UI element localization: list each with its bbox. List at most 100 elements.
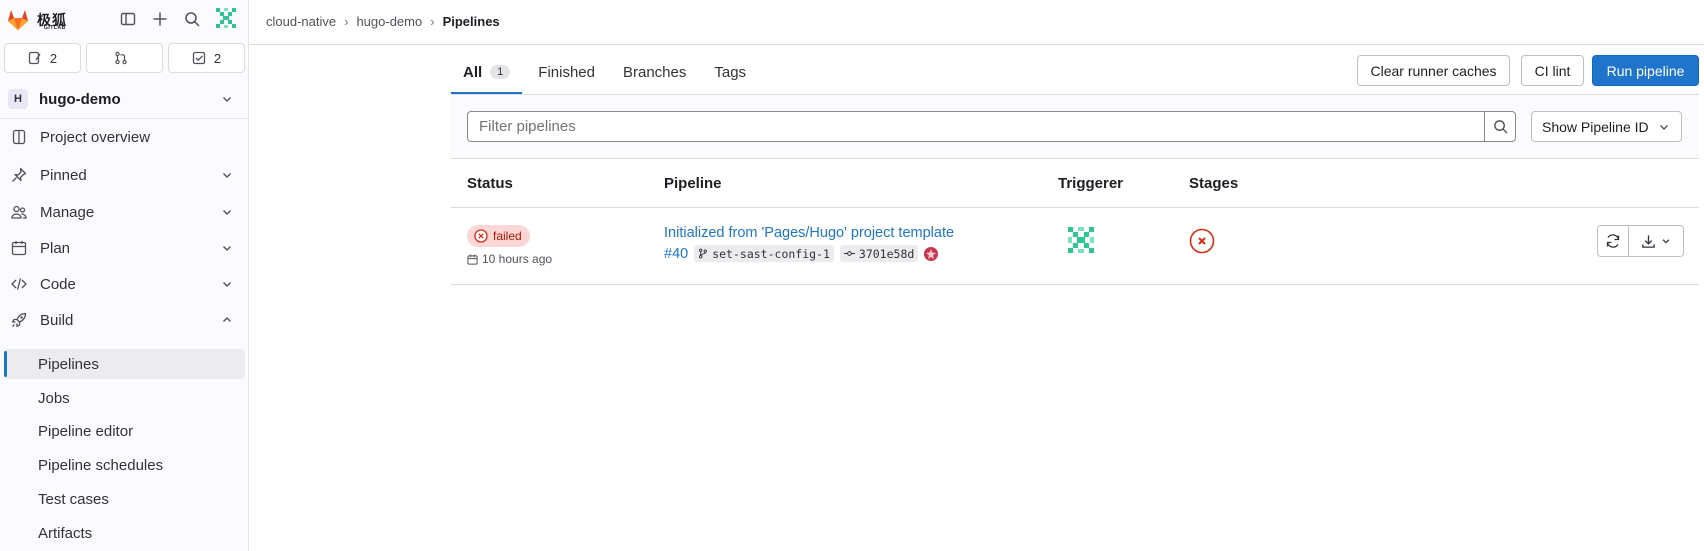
pipeline-title-link[interactable]: Initialized from 'Pages/Hugo' project te…	[664, 225, 954, 241]
sidebar-subitem-pipeline-schedules[interactable]: Pipeline schedules	[4, 450, 245, 480]
sidebar-item-code[interactable]: Code	[4, 268, 245, 300]
sidebar-subitem-pipelines[interactable]: Pipelines	[4, 349, 245, 379]
project-name: hugo-demo	[39, 90, 121, 108]
breadcrumb-item-group[interactable]: cloud-native	[266, 14, 336, 29]
show-pipeline-id-dropdown[interactable]: Show Pipeline ID	[1531, 111, 1682, 142]
issues-count: 2	[49, 50, 58, 66]
rocket-icon	[11, 312, 27, 328]
sidebar-item-pinned[interactable]: Pinned	[4, 159, 245, 191]
sidebar-subitem-label: Jobs	[38, 389, 70, 407]
filter-pipelines-input[interactable]	[467, 111, 1485, 142]
users-icon	[11, 205, 27, 219]
pipeline-meta: #40 set-sast-config-1 3701e58d	[664, 245, 939, 262]
project-icon	[12, 129, 26, 145]
ci-lint-button[interactable]: CI lint	[1521, 55, 1584, 86]
tab-label: Tags	[714, 63, 747, 81]
merge-requests-count-button[interactable]	[86, 43, 163, 73]
sidebar: 极狐 GITLAB 2 2 H hugo-demo Project overvi…	[0, 0, 249, 551]
dropdown-label: Show Pipeline ID	[1542, 118, 1649, 135]
brand-sub: GITLAB	[44, 25, 66, 31]
pin-icon	[12, 167, 27, 182]
breadcrumb-item-project[interactable]: hugo-demo	[356, 14, 422, 29]
status-label: failed	[493, 229, 522, 243]
row-actions	[1597, 225, 1684, 257]
sidebar-item-label: Code	[40, 275, 76, 293]
sidebar-subitem-label: Artifacts	[38, 524, 93, 542]
tab-label: Finished	[538, 63, 595, 81]
filter-bar: Show Pipeline ID	[451, 95, 1699, 159]
retry-icon	[1606, 234, 1620, 248]
triggerer-avatar-icon[interactable]	[1065, 224, 1097, 256]
search-icon[interactable]	[182, 9, 202, 29]
issues-icon	[28, 51, 41, 65]
tab-tags[interactable]: Tags	[702, 50, 758, 94]
sidebar-item-label: Project overview	[40, 128, 151, 146]
tab-count-badge: 1	[490, 65, 511, 79]
commit-chip[interactable]: 3701e58d	[839, 245, 919, 262]
download-icon	[1642, 234, 1655, 248]
sidebar-item-label: Plan	[40, 239, 71, 257]
tab-branches[interactable]: Branches	[611, 50, 698, 94]
time-ago: 10 hours ago	[482, 252, 553, 266]
sidebar-subitem-label: Pipelines	[38, 355, 99, 373]
chevron-down-icon	[223, 282, 231, 287]
run-pipeline-button[interactable]: Run pipeline	[1592, 55, 1699, 86]
chevron-down-icon	[1659, 124, 1668, 130]
column-header-status: Status	[467, 175, 513, 192]
chevron-down-icon	[223, 173, 231, 178]
sidebar-item-build[interactable]: Build	[4, 304, 245, 336]
chevron-down-icon	[223, 246, 231, 251]
sidebar-subitem-label: Pipeline editor	[38, 422, 134, 440]
sidebar-divider	[0, 118, 249, 119]
commit-sha: 3701e58d	[858, 246, 915, 261]
commit-author-avatar-icon[interactable]	[924, 246, 939, 261]
commit-icon	[843, 251, 855, 256]
table-header: Status Pipeline Triggerer Stages	[451, 160, 1699, 208]
tab-label: All	[463, 63, 483, 81]
sidebar-item-manage[interactable]: Manage	[4, 196, 245, 228]
branch-name: set-sast-config-1	[712, 246, 830, 261]
column-header-stages: Stages	[1189, 175, 1239, 192]
sidebar-subitem-jobs[interactable]: Jobs	[4, 383, 245, 413]
pipeline-time: 10 hours ago	[467, 252, 552, 266]
user-avatar-icon[interactable]	[214, 6, 238, 30]
column-header-pipeline: Pipeline	[664, 175, 722, 192]
todos-count: 2	[213, 50, 222, 66]
filter-search-button[interactable]	[1484, 111, 1516, 142]
sidebar-item-plan[interactable]: Plan	[4, 232, 245, 264]
chevron-right-icon: ›	[344, 14, 349, 29]
retry-button[interactable]	[1597, 225, 1629, 257]
sidebar-item-project-overview[interactable]: Project overview	[4, 121, 245, 153]
sidebar-item-label: Build	[40, 311, 74, 329]
calendar-icon	[467, 253, 478, 265]
sidebar-header: 极狐 GITLAB	[0, 0, 249, 38]
sidebar-subitem-pipeline-editor[interactable]: Pipeline editor	[4, 416, 245, 446]
column-header-triggerer: Triggerer	[1058, 175, 1124, 192]
tab-all[interactable]: All 1	[451, 50, 523, 94]
download-artifacts-dropdown[interactable]	[1629, 225, 1684, 257]
sidebar-subitem-label: Test cases	[38, 490, 109, 508]
gitlab-logo-icon[interactable]	[6, 8, 30, 32]
project-switcher[interactable]: H hugo-demo	[4, 84, 245, 114]
plus-icon[interactable]	[150, 9, 170, 29]
stage-failed-icon[interactable]	[1189, 228, 1215, 254]
pipeline-id-link[interactable]: #40	[664, 246, 688, 262]
sidebar-subitem-artifacts[interactable]: Artifacts	[4, 518, 245, 548]
chevron-down-icon	[223, 210, 231, 215]
table-row: failed 10 hours ago Initialized from 'Pa…	[451, 208, 1699, 285]
code-icon	[11, 278, 27, 290]
sidebar-toggle-icon[interactable]	[118, 9, 138, 29]
todo-icon	[192, 51, 206, 65]
sidebar-subitem-test-cases[interactable]: Test cases	[4, 484, 245, 514]
breadcrumb-item-current[interactable]: Pipelines	[443, 14, 500, 29]
issues-count-button[interactable]: 2	[4, 43, 81, 73]
clear-runner-caches-button[interactable]: Clear runner caches	[1357, 55, 1510, 86]
count-buttons: 2 2	[4, 43, 245, 73]
merge-request-icon	[114, 51, 127, 65]
todos-count-button[interactable]: 2	[168, 43, 245, 73]
status-badge[interactable]: failed	[467, 225, 530, 247]
tab-finished[interactable]: Finished	[526, 50, 607, 94]
chevron-down-icon	[223, 97, 231, 102]
branch-icon	[699, 248, 708, 259]
branch-chip[interactable]: set-sast-config-1	[694, 245, 834, 262]
